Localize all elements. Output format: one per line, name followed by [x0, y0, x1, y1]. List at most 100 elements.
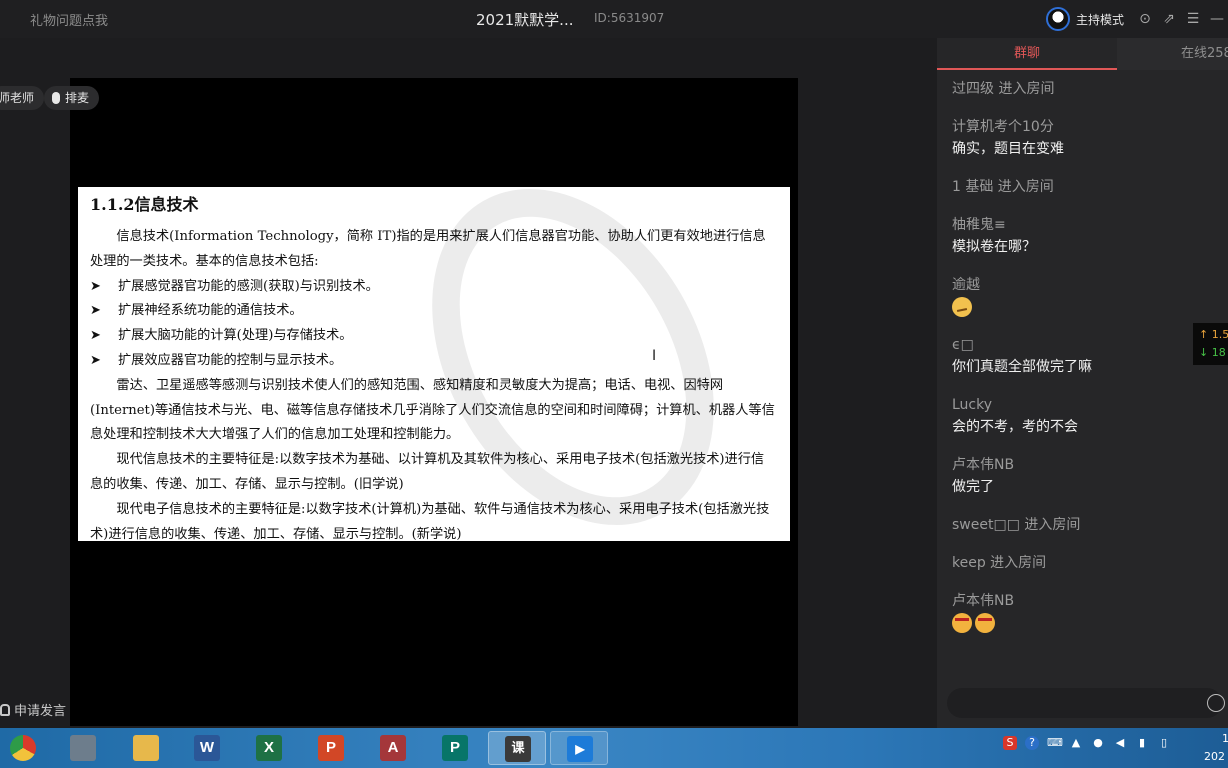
- publisher-app[interactable]: P: [434, 731, 474, 765]
- document-body: 1.1.2信息技术 信息技术(Information Technology，简称…: [90, 195, 776, 541]
- calculator-app[interactable]: [62, 731, 102, 765]
- popout-icon[interactable]: ⇗: [1160, 10, 1178, 28]
- meeting-app[interactable]: ▶: [550, 731, 608, 765]
- taskbar: W X P A P 课 ▶ S ? ⌨ ▲ ● ◀ ▮ ▯ 1 202: [0, 728, 1228, 768]
- video-meeting-icon: ▶: [567, 736, 593, 762]
- message-sender: 柚稚鬼≡: [952, 217, 1006, 233]
- bullet-marker: ➤: [90, 352, 102, 368]
- chrome-icon: [10, 735, 36, 761]
- bullet-text: 扩展效应器官功能的控制与显示技术。: [118, 352, 343, 368]
- action-center-icon[interactable]: ▯: [1157, 736, 1171, 750]
- list-item: 卢本伟NB: [952, 590, 1222, 634]
- document-paragraph: 雷达、卫星遥感等感测与识别技术使人们的感知范围、感知精度和灵敏度大为提高；电话、…: [90, 377, 775, 443]
- list-item: 1 基础 进入房间: [952, 176, 1222, 198]
- ke-icon: 课: [505, 736, 531, 762]
- tab-online[interactable]: 在线258: [1117, 38, 1228, 70]
- message-sender: sweet□□ 进入房间: [952, 517, 1081, 533]
- message-text: 会的不考，考的不会: [952, 419, 1078, 435]
- message-sender: 卢本伟NB: [952, 593, 1015, 609]
- menu-icon[interactable]: ☰: [1184, 10, 1202, 28]
- message-text: 确实，题目在变难: [952, 141, 1064, 157]
- list-item: sweet□□ 进入房间: [952, 514, 1222, 536]
- word-app[interactable]: W: [186, 731, 226, 765]
- mic-icon: [52, 92, 60, 104]
- help-icon[interactable]: ?: [1025, 736, 1039, 750]
- message-sender: 卢本伟NB: [952, 457, 1015, 473]
- hand-raise-icon: [0, 703, 10, 716]
- document-bullet: ➤ 扩展感觉器官功能的感测(获取)与识别技术。: [90, 275, 776, 300]
- list-item: keep 进入房间: [952, 552, 1222, 574]
- message-sender: Lucky: [952, 397, 993, 413]
- minimize-icon[interactable]: —: [1208, 10, 1226, 28]
- gift-link[interactable]: 礼物问题点我: [30, 10, 108, 29]
- teacher-label: 师老师: [0, 86, 45, 110]
- angry-emoji-icon: [952, 613, 972, 633]
- document-paragraph: 现代电子信息技术的主要特征是:以数字技术(计算机)为基础、软件与通信技术为核心、…: [90, 501, 770, 541]
- message-sender: 逾越: [952, 277, 980, 293]
- app-window: 礼物问题点我 2021默默学... ID:5631907 主持模式 ⊙ ⇗ ☰ …: [0, 0, 1228, 768]
- message-sender: 过四级 进入房间: [952, 81, 1055, 97]
- access-icon: A: [380, 735, 406, 761]
- bullet-text: 扩展感觉器官功能的感测(获取)与识别技术。: [118, 278, 379, 294]
- list-item: Lucky 会的不考，考的不会: [952, 394, 1222, 438]
- powerpoint-app[interactable]: P: [310, 731, 350, 765]
- document-paragraph: 现代信息技术的主要特征是:以数字技术为基础、以计算机及其软件为核心、采用电子技术…: [90, 452, 765, 492]
- sogou-ime-icon[interactable]: S: [1003, 736, 1017, 750]
- shared-document: 1.1.2信息技术 信息技术(Information Technology，简称…: [78, 187, 790, 541]
- chat-panel: 群聊 在线258 过四级 进入房间 计算机考个10分 确实，题目在变难 1 基础…: [937, 38, 1228, 728]
- network-icon[interactable]: ▮: [1135, 736, 1149, 750]
- volume-icon[interactable]: ◀: [1113, 736, 1127, 750]
- avatar[interactable]: [1046, 7, 1070, 31]
- queue-button-label: 排麦: [65, 91, 90, 105]
- upload-speed: ↑ 1.5: [1199, 328, 1228, 341]
- file-explorer-app[interactable]: [125, 731, 165, 765]
- room-title: 2021默默学...: [476, 11, 574, 29]
- host-mode-label[interactable]: 主持模式: [1076, 11, 1124, 28]
- bullet-marker: ➤: [90, 303, 102, 319]
- ke-app[interactable]: 课: [488, 731, 546, 765]
- bullet-marker: ➤: [90, 328, 102, 344]
- message-text: 做完了: [952, 479, 994, 495]
- folder-icon: [133, 735, 159, 761]
- system-tray: S ? ⌨ ▲ ● ◀ ▮ ▯: [1003, 736, 1171, 750]
- calculator-icon: [70, 735, 96, 761]
- message-list[interactable]: 过四级 进入房间 计算机考个10分 确实，题目在变难 1 基础 进入房间 柚稚鬼…: [952, 78, 1222, 650]
- room-id: ID:5631907: [594, 11, 665, 25]
- show-hidden-icons-icon[interactable]: ▲: [1069, 736, 1083, 750]
- message-emoji: [952, 296, 1222, 318]
- message-sender: 1 基础 进入房间: [952, 179, 1054, 195]
- message-text: 模拟卷在哪？: [952, 239, 1036, 255]
- confused-emoji-icon: [952, 297, 972, 317]
- document-bullet: ➤ 扩展效应器官功能的控制与显示技术。: [90, 349, 776, 374]
- angry-emoji-icon: [975, 613, 995, 633]
- apply-speak-button[interactable]: 申请发言: [0, 700, 66, 719]
- document-intro: 信息技术(Information Technology，简称 IT)指的是用来扩…: [90, 229, 766, 269]
- excel-app[interactable]: X: [248, 731, 288, 765]
- chat-input[interactable]: [947, 688, 1222, 718]
- keyboard-icon[interactable]: ⌨: [1047, 736, 1063, 750]
- clock-date[interactable]: 202: [1204, 750, 1225, 763]
- text-cursor-icon: I: [652, 348, 657, 364]
- message-sender: keep 进入房间: [952, 555, 1047, 571]
- excel-icon: X: [256, 735, 282, 761]
- queue-button[interactable]: 排麦: [44, 86, 100, 110]
- document-heading: 1.1.2信息技术: [90, 195, 199, 214]
- qq-icon[interactable]: ●: [1091, 736, 1105, 750]
- list-item: 逾越: [952, 274, 1222, 318]
- tab-group-chat[interactable]: 群聊: [937, 38, 1117, 70]
- top-bar: 礼物问题点我 2021默默学... ID:5631907 主持模式 ⊙ ⇗ ☰ …: [0, 0, 1228, 38]
- chrome-app[interactable]: [2, 731, 42, 765]
- bullet-text: 扩展神经系统功能的通信技术。: [118, 303, 303, 319]
- apply-speak-label: 申请发言: [14, 704, 67, 719]
- document-bullet: ➤ 扩展神经系统功能的通信技术。: [90, 299, 776, 324]
- message-sender: 计算机考个10分: [952, 119, 1054, 135]
- list-item: 柚稚鬼≡ 模拟卷在哪？: [952, 214, 1222, 258]
- clock-time[interactable]: 1: [1222, 732, 1228, 745]
- network-speed-widget: ↑ 1.5 ↓ 18: [1193, 323, 1228, 365]
- message-sender: ϵ□: [952, 337, 974, 353]
- list-item: 过四级 进入房间: [952, 78, 1222, 100]
- settings-icon[interactable]: ⊙: [1136, 10, 1154, 28]
- message-emoji: [952, 612, 1222, 634]
- emoji-picker-icon[interactable]: [1207, 694, 1225, 712]
- access-app[interactable]: A: [372, 731, 412, 765]
